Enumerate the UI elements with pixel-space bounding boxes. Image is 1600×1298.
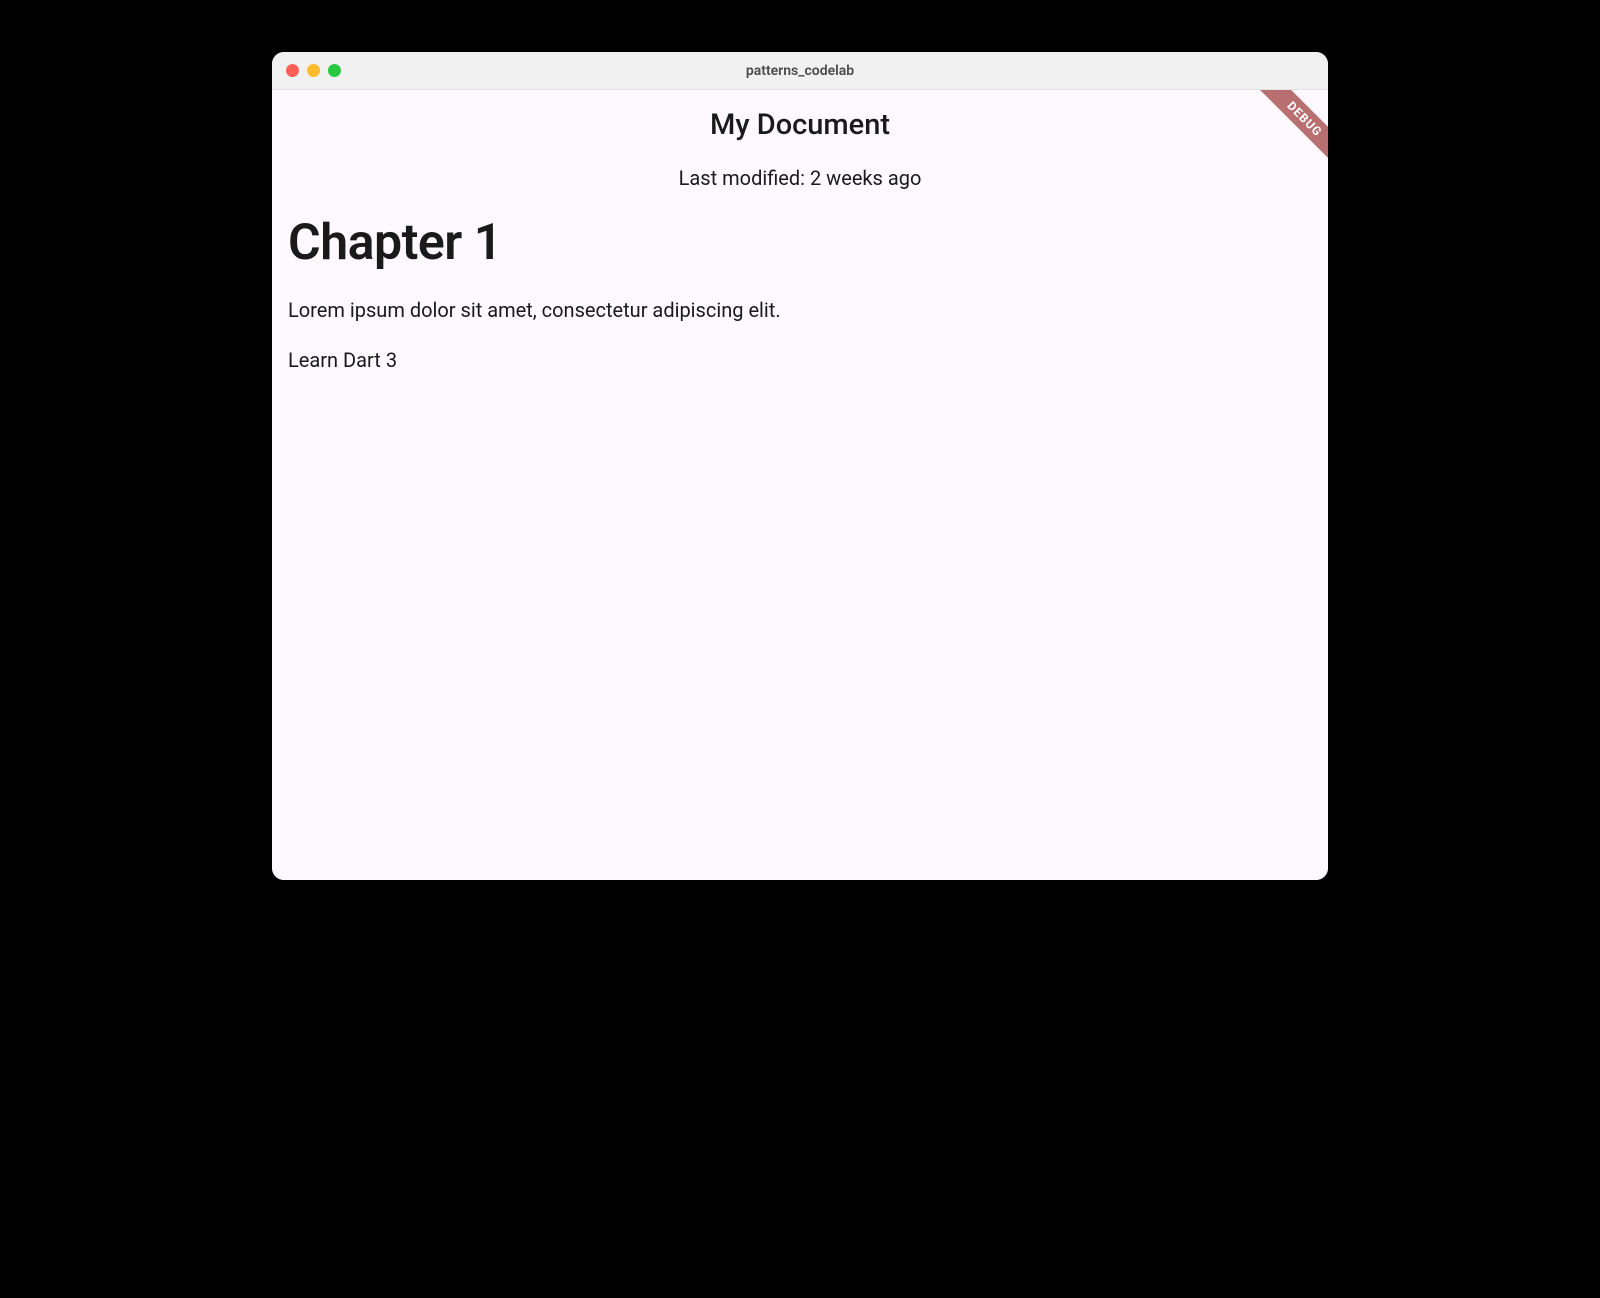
minimize-window-button[interactable] [307,64,320,77]
window-title: patterns_codelab [286,63,1314,79]
close-window-button[interactable] [286,64,299,77]
app-title: My Document [272,108,1328,142]
paragraph-text: Lorem ipsum dolor sit amet, consectetur … [288,298,1312,322]
extra-line-text: Learn Dart 3 [288,348,1312,372]
app-content: My Document Last modified: 2 weeks ago C… [272,90,1328,372]
maximize-window-button[interactable] [328,64,341,77]
chapter-heading: Chapter 1 [288,214,1312,272]
titlebar: patterns_codelab [272,52,1328,90]
app-body: DEBUG My Document Last modified: 2 weeks… [272,90,1328,880]
last-modified-label: Last modified: 2 weeks ago [272,166,1328,190]
traffic-lights [286,64,341,77]
app-window: patterns_codelab DEBUG My Document Last … [272,52,1328,880]
document-body: Chapter 1 Lorem ipsum dolor sit amet, co… [272,214,1328,372]
